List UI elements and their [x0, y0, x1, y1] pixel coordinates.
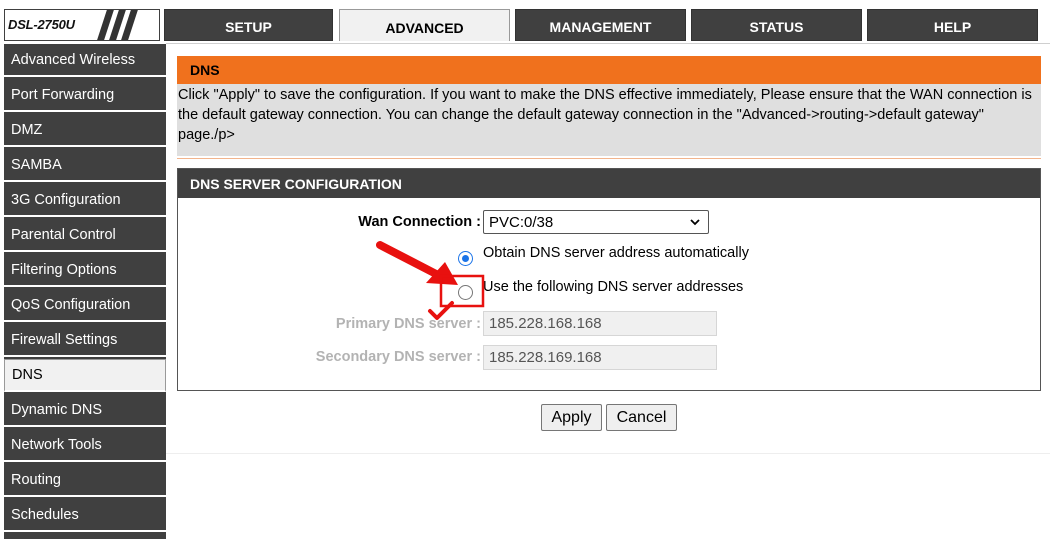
- dns-info-title: DNS: [177, 56, 1041, 84]
- tab-label: SETUP: [225, 19, 272, 35]
- config-title: DNS SERVER CONFIGURATION: [178, 169, 1040, 198]
- sidebar-item-advanced-wireless[interactable]: Advanced Wireless: [4, 44, 166, 77]
- sidebar-item-firewall-settings[interactable]: Firewall Settings: [4, 324, 166, 357]
- sidebar-item-samba[interactable]: SAMBA: [4, 149, 166, 182]
- radio-obtain-dns-auto-label: Obtain DNS server address automatically: [483, 245, 749, 261]
- brand-logo: DSL-2750U: [4, 9, 160, 41]
- tab-label: MANAGEMENT: [549, 19, 652, 35]
- sidebar-item-schedules[interactable]: Schedules: [4, 499, 166, 532]
- tab-management[interactable]: MANAGEMENT: [515, 9, 686, 41]
- tab-status[interactable]: STATUS: [691, 9, 862, 41]
- primary-dns-input[interactable]: 185.228.168.168: [483, 311, 717, 336]
- tab-label: HELP: [933, 19, 972, 35]
- sidebar-item-dmz[interactable]: DMZ: [4, 114, 166, 147]
- apply-button[interactable]: Apply: [541, 404, 602, 431]
- sidebar: Advanced Wireless Port Forwarding DMZ SA…: [4, 44, 166, 539]
- primary-dns-label: Primary DNS server :: [335, 316, 481, 332]
- chevron-down-icon: [690, 219, 700, 226]
- radio-use-following-dns[interactable]: [458, 285, 473, 300]
- sidebar-item-qos-configuration[interactable]: QoS Configuration: [4, 289, 166, 322]
- sidebar-item-port-forwarding[interactable]: Port Forwarding: [4, 79, 166, 112]
- tab-advanced[interactable]: ADVANCED: [339, 9, 510, 41]
- sidebar-item-dynamic-dns[interactable]: Dynamic DNS: [4, 394, 166, 427]
- dns-server-config-panel: DNS SERVER CONFIGURATION Wan Connection …: [177, 168, 1041, 391]
- logo-text: DSL-2750U: [8, 17, 75, 32]
- radio-use-following-dns-label: Use the following DNS server addresses: [483, 279, 744, 295]
- wan-connection-select[interactable]: PVC:0/38: [483, 210, 709, 234]
- tab-label: STATUS: [749, 19, 804, 35]
- dns-info-panel: DNS Click "Apply" to save the configurat…: [177, 56, 1041, 156]
- sidebar-item-dns[interactable]: DNS: [4, 359, 166, 392]
- wan-connection-label: Wan Connection :: [358, 214, 481, 230]
- sidebar-item-network-tools[interactable]: Network Tools: [4, 429, 166, 462]
- radio-obtain-dns-auto[interactable]: [458, 251, 473, 266]
- secondary-dns-label: Secondary DNS server :: [315, 349, 481, 365]
- tab-setup[interactable]: SETUP: [164, 9, 333, 41]
- sidebar-item-filtering-options[interactable]: Filtering Options: [4, 254, 166, 287]
- sidebar-item-3g-configuration[interactable]: 3G Configuration: [4, 184, 166, 217]
- sidebar-item-parental-control[interactable]: Parental Control: [4, 219, 166, 252]
- tab-label: ADVANCED: [385, 20, 464, 36]
- cancel-button[interactable]: Cancel: [606, 404, 677, 431]
- wan-connection-value: PVC:0/38: [489, 213, 554, 231]
- dns-info-text: Click "Apply" to save the configuration.…: [178, 87, 1032, 143]
- tab-help[interactable]: HELP: [867, 9, 1038, 41]
- section-divider: [177, 158, 1041, 159]
- header-divider: [166, 43, 1050, 44]
- sidebar-item-routing[interactable]: Routing: [4, 464, 166, 497]
- secondary-dns-input[interactable]: 185.228.169.168: [483, 345, 717, 370]
- footer-divider: [166, 453, 1050, 454]
